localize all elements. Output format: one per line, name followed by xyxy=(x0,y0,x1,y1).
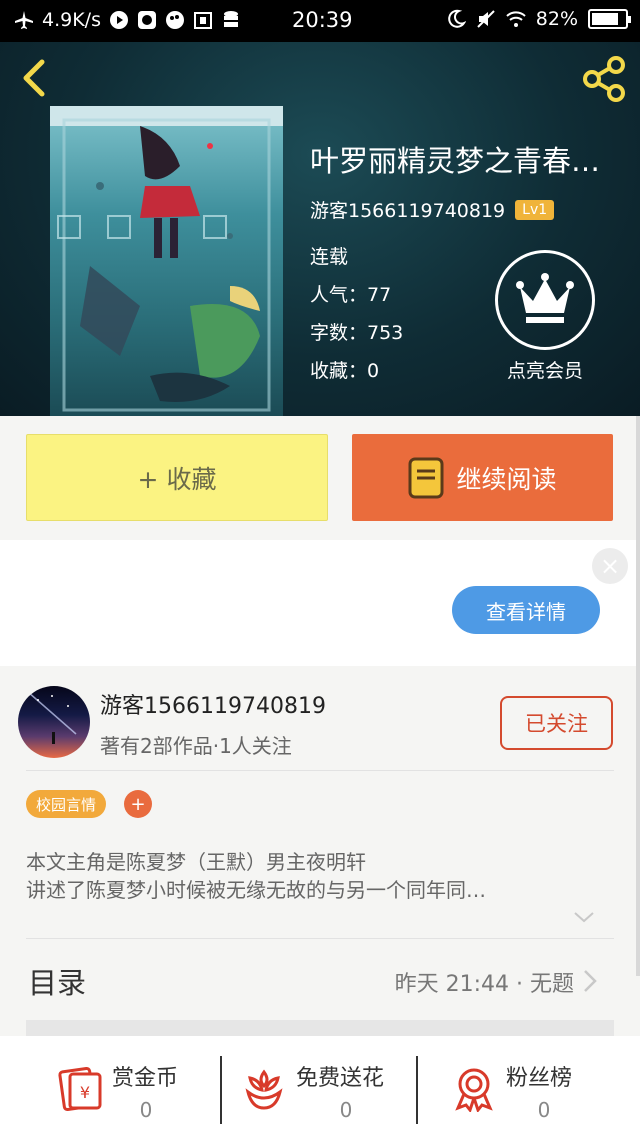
battery-percent: 82% xyxy=(535,8,578,30)
add-tag-button[interactable]: + xyxy=(124,790,152,818)
table-of-contents-row[interactable]: 目录 昨天 21:44 · 无题 xyxy=(26,958,614,1018)
mute-icon xyxy=(477,10,495,28)
cover-illustration xyxy=(50,106,283,412)
globe-icon xyxy=(137,11,156,29)
fan-ranking-button[interactable]: 粉丝榜 0 xyxy=(450,1036,640,1138)
author-row: 游客1566119740819 Lv1 xyxy=(310,196,555,223)
status-right: 82% xyxy=(446,8,631,30)
chevron-right-icon xyxy=(584,970,597,992)
toc-label: 目录 xyxy=(28,966,87,1000)
avatar-image xyxy=(27,691,77,744)
divider xyxy=(416,1056,418,1124)
flower-icon xyxy=(245,1069,283,1110)
book-title: 叶罗丽精灵梦之青春… xyxy=(310,144,601,178)
ad-banner: × 查看详情 xyxy=(0,540,640,666)
palette-icon xyxy=(165,11,184,29)
calendar-icon xyxy=(193,12,212,29)
tool-label: 免费送花 xyxy=(296,1066,385,1091)
continue-reading-label: 继续阅读 xyxy=(456,464,557,494)
follow-button[interactable]: 已关注 xyxy=(500,696,613,750)
medal-icon xyxy=(455,1068,493,1112)
author-profile-name[interactable]: 游客1566119740819 xyxy=(100,688,326,720)
tool-label: 赏金币 xyxy=(112,1066,179,1091)
crown-icon xyxy=(516,273,574,323)
favorites-count: 收藏：0 xyxy=(310,360,380,382)
close-icon[interactable]: × xyxy=(592,548,628,584)
database-icon xyxy=(223,11,238,27)
vip-label: 点亮会员 xyxy=(506,360,583,382)
divider xyxy=(26,770,614,771)
status-bar: 4.9K/s 20:39 82% xyxy=(0,0,640,42)
chevron-down-icon[interactable] xyxy=(572,910,596,924)
vip-ring xyxy=(495,250,595,350)
send-flower-button[interactable]: 免费送花 0 xyxy=(240,1036,440,1138)
book-header: 叶罗丽精灵梦之青春… 游客1566119740819 Lv1 连载 人气：77 … xyxy=(0,42,640,416)
play-icon xyxy=(109,11,128,29)
battery-fill xyxy=(592,13,619,25)
level-badge: Lv1 xyxy=(515,199,555,220)
battery-icon xyxy=(588,9,631,29)
description-line: 讲述了陈夏梦小时候被无缘无故的与另一个同年同… xyxy=(26,878,486,902)
moon-icon xyxy=(447,9,466,28)
svg-text:¥: ¥ xyxy=(80,1083,90,1102)
section-separator xyxy=(26,1020,614,1036)
tool-count: 0 xyxy=(339,1098,353,1122)
description-line: 本文主角是陈夏梦（王默）男主夜明轩 xyxy=(26,850,366,874)
chevron-left-icon[interactable] xyxy=(14,56,54,100)
tool-count: 0 xyxy=(537,1098,551,1122)
author-stats: 著有2部作品·1人关注 xyxy=(100,734,292,758)
vip-button[interactable]: 点亮会员 xyxy=(490,250,600,383)
favorite-button[interactable]: + 收藏 xyxy=(26,434,328,521)
book-icon xyxy=(408,457,444,498)
popularity: 人气：77 xyxy=(310,284,392,306)
book-cover[interactable] xyxy=(50,106,283,416)
author-name[interactable]: 游客1566119740819 xyxy=(310,196,505,223)
continue-reading-button[interactable]: 继续阅读 xyxy=(352,434,613,521)
tool-count: 0 xyxy=(139,1098,153,1122)
wifi-icon xyxy=(506,11,526,27)
divider xyxy=(26,938,614,939)
network-speed: 4.9K/s xyxy=(42,9,101,31)
tip-coins-button[interactable]: ¥ 赏金币 0 xyxy=(56,1036,256,1138)
book-description[interactable]: 本文主角是陈夏梦（王默）男主夜明轩 讲述了陈夏梦小时候被无缘无故的与另一个同年同… xyxy=(26,848,606,904)
word-count: 字数：753 xyxy=(310,322,404,344)
serial-status: 连载 xyxy=(310,246,349,268)
airplane-icon xyxy=(15,11,33,29)
latest-chapter: 昨天 21:44 · 无题 xyxy=(394,972,574,997)
genre-tag[interactable]: 校园言情 xyxy=(26,790,107,818)
view-details-button[interactable]: 查看详情 xyxy=(452,586,600,634)
avatar[interactable] xyxy=(18,686,90,758)
status-left: 4.9K/s xyxy=(14,9,241,31)
share-icon[interactable] xyxy=(580,54,630,104)
red-envelope-icon: ¥ xyxy=(58,1066,102,1112)
action-area: + 收藏 继续阅读 xyxy=(0,416,640,540)
divider xyxy=(220,1056,222,1124)
scrollbar[interactable] xyxy=(636,416,640,976)
tool-label: 粉丝榜 xyxy=(506,1066,573,1091)
reader-tools: ¥ 赏金币 0 免费送花 0 粉丝榜 0 xyxy=(0,1036,640,1138)
clock: 20:39 xyxy=(292,8,353,32)
